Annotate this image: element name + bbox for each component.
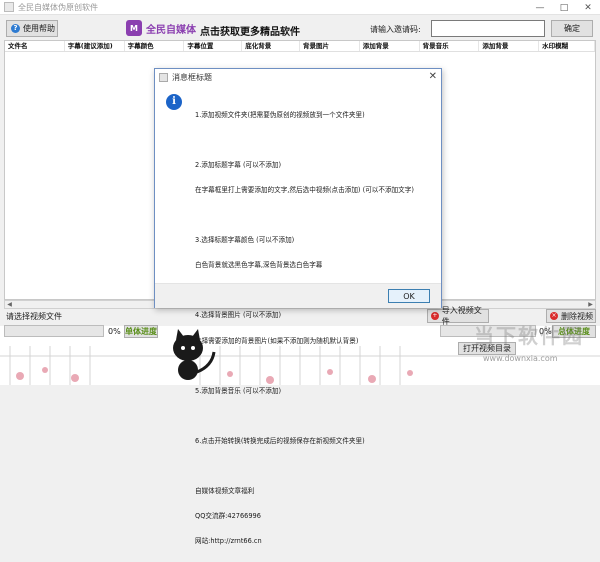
brand-link[interactable]: M 全民自媒体: [126, 20, 196, 36]
column-watermark-blur[interactable]: 水印模糊: [539, 41, 595, 51]
maximize-button[interactable]: □: [552, 0, 576, 15]
dialog-line: 网站:http://zrnt66.cn: [195, 537, 262, 546]
import-icon: +: [431, 312, 439, 320]
dialog-title-bar: 消息框标题: [155, 69, 441, 85]
column-bg-music[interactable]: 背景音乐: [420, 41, 480, 51]
site-watermark-url: www.downxia.com: [483, 354, 558, 363]
table-header: 文件名 字幕(建议添加) 字幕颜色 字幕位置 底化背景 背景图片 添加背景 背景…: [5, 41, 595, 52]
column-add-bg[interactable]: 添加背景: [360, 41, 420, 51]
dialog-line: 在字幕框里打上需要添加的文字,然后选中视频(点击添加) (可以不添加文字): [195, 186, 414, 195]
dialog-line: 4.选择背景图片 (可以不添加): [195, 311, 282, 320]
help-button[interactable]: ? 使用帮助: [6, 20, 58, 37]
dialog-line: 1.添加视频文件夹(把需要伪原创的视频放到一个文件夹里): [195, 110, 365, 119]
dialog-line: 6.点击开始转换(转换完成后的视频保存在新视频文件夹里): [195, 436, 365, 445]
column-subtitle-color[interactable]: 字幕颜色: [125, 41, 185, 51]
dialog-title: 消息框标题: [172, 72, 212, 82]
dialog-line: 3.选择标题字幕颜色 (可以不添加): [195, 236, 295, 245]
scroll-right-icon[interactable]: ▶: [586, 301, 595, 308]
column-bg-base[interactable]: 底化背景: [242, 41, 300, 51]
column-filename[interactable]: 文件名: [5, 41, 65, 51]
dialog-line: 白色背景就选黑色字幕,深色背景选白色字幕: [195, 261, 323, 270]
invite-code-label: 请输入邀请码:: [370, 25, 421, 34]
column-subtitle[interactable]: 字幕(建议添加): [65, 41, 125, 51]
dialog-message: 1.添加视频文件夹(把需要伪原创的视频放到一个文件夹里) 2.添加标题字幕 (可…: [195, 94, 414, 562]
dialog-line: 自媒体视频文章福利: [195, 486, 255, 495]
single-progress-label: 单体进度: [124, 325, 158, 338]
title-bar: 全民自媒体伪原创软件 — □ ✕: [0, 0, 600, 15]
toolbar: ? 使用帮助 M 全民自媒体 点击获取更多精品软件 请输入邀请码: 确定: [0, 15, 600, 41]
column-add-bg-2[interactable]: 添加背景: [479, 41, 540, 51]
delete-icon: ×: [550, 312, 558, 320]
column-bg-image[interactable]: 背景图片: [300, 41, 360, 51]
invite-code-input[interactable]: [431, 20, 545, 37]
column-subtitle-position[interactable]: 字幕位置: [184, 41, 243, 51]
dialog-line: 选择需要添加的背景图片(如果不添加则为随机默认背景): [195, 336, 359, 345]
message-dialog: 消息框标题 ✕ i 1.添加视频文件夹(把需要伪原创的视频放到一个文件夹里) 2…: [154, 68, 442, 545]
dialog-line: 2.添加标题字幕 (可以不添加): [195, 160, 282, 169]
scroll-left-icon[interactable]: ◀: [5, 301, 14, 308]
brand-logo-icon: M: [126, 20, 142, 36]
help-label: 使用帮助: [23, 24, 55, 33]
single-progress-bar: [4, 325, 104, 337]
site-watermark: 当下软件园: [474, 324, 584, 348]
single-progress-percent: 0%: [108, 327, 121, 336]
minimize-button[interactable]: —: [528, 0, 552, 15]
promo-link[interactable]: 点击获取更多精品软件: [200, 23, 300, 38]
dialog-line: 5.添加背景音乐 (可以不添加): [195, 386, 282, 395]
ok-button[interactable]: OK: [388, 289, 430, 303]
file-select-label: 请选择视频文件: [6, 312, 62, 321]
dialog-close-icon[interactable]: ✕: [429, 71, 437, 82]
close-button[interactable]: ✕: [576, 0, 600, 15]
app-icon: [4, 2, 14, 12]
info-icon: i: [166, 94, 182, 110]
dialog-line: QQ交流群:42766996: [195, 511, 261, 520]
dialog-app-icon: [159, 72, 168, 82]
brand-name: 全民自媒体: [146, 24, 196, 36]
window-title: 全民自媒体伪原创软件: [18, 2, 98, 12]
help-icon: ?: [11, 24, 20, 33]
confirm-button[interactable]: 确定: [551, 20, 593, 37]
